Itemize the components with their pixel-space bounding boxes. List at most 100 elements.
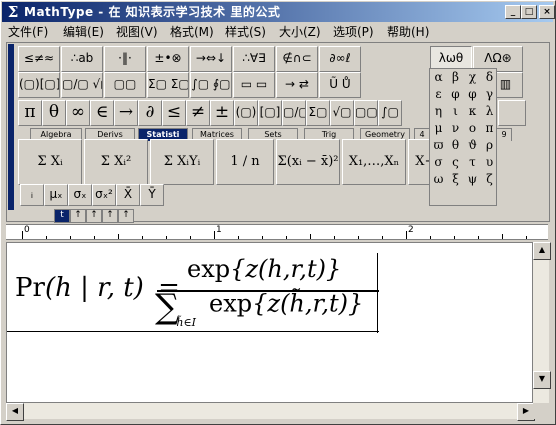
summation-templates-button[interactable]: Σ▢ Σ▢ — [147, 72, 189, 98]
fraction-template-button[interactable]: ▢/▢ — [282, 100, 306, 126]
menu-help[interactable]: 帮助(H) — [387, 23, 429, 41]
element-of-button[interactable]: ∈ — [90, 100, 114, 126]
nudge-up-2-button[interactable]: ↑ — [86, 209, 102, 223]
template-sigma-x[interactable]: σₓ — [68, 184, 92, 206]
products-templates-button[interactable]: Ũ Ů — [319, 72, 361, 98]
not-equal-button[interactable]: ≠ — [186, 100, 210, 126]
paren-template-button[interactable]: (▢) — [234, 100, 258, 126]
menu-format[interactable]: 格式(M) — [170, 23, 214, 41]
small-bar-extra-button[interactable] — [498, 100, 526, 126]
subscript-templates-button[interactable]: ▢▢ — [104, 72, 146, 98]
greek-kappa[interactable]: κ — [464, 103, 481, 120]
theta-button[interactable]: θ — [42, 100, 66, 126]
embellishments-palette-button[interactable]: ·‖· — [104, 46, 146, 72]
menu-bar: 文件(F) 编辑(E) 视图(V) 格式(M) 样式(S) 大小(Z) 选项(P… — [2, 23, 553, 41]
less-equal-button[interactable]: ≤ — [162, 100, 186, 126]
menu-size[interactable]: 大小(Z) — [279, 23, 321, 41]
menu-style[interactable]: 样式(S) — [225, 23, 266, 41]
menu-options[interactable]: 选项(P) — [333, 23, 374, 41]
arrows-palette-button[interactable]: →⇔↓ — [190, 46, 232, 72]
template-y-bar[interactable]: Ȳ — [140, 184, 164, 206]
menu-edit[interactable]: 编辑(E) — [63, 23, 104, 41]
greek-xi[interactable]: ξ — [447, 171, 464, 188]
sum-template-button[interactable]: Σ▢ — [306, 100, 330, 126]
greek-phi[interactable]: φ — [447, 86, 464, 103]
vertical-scrollbar[interactable]: ▲ ▼ — [533, 242, 551, 403]
toolbar-grip[interactable] — [8, 44, 14, 210]
ruler[interactable]: 0 1 2 — [6, 224, 548, 240]
sqrt-template-button[interactable]: √▢ — [330, 100, 354, 126]
greek-upsilon[interactable]: υ — [481, 154, 498, 171]
greek-zeta[interactable]: ζ — [481, 171, 498, 188]
greek-tau[interactable]: τ — [464, 154, 481, 171]
scroll-down-button[interactable]: ▼ — [533, 371, 551, 389]
greek-gamma[interactable]: γ — [481, 86, 498, 103]
greek-iota[interactable]: ι — [447, 103, 464, 120]
fraction-radical-templates-button[interactable]: ▢/▢ √▢ — [61, 72, 103, 98]
template-x-bar[interactable]: X̄ — [116, 184, 140, 206]
greek-final-sigma[interactable]: ς — [447, 154, 464, 171]
underbar-templates-button[interactable]: ▭ ▭ — [233, 72, 275, 98]
greek-eta[interactable]: η — [430, 103, 447, 120]
greek-rho[interactable]: ρ — [481, 137, 498, 154]
greek-phi-variant[interactable]: φ — [464, 86, 481, 103]
template-x1-to-xn[interactable]: X₁,…,Xₙ — [342, 139, 406, 185]
relational-palette-button[interactable]: ≤≠≈ — [18, 46, 60, 72]
infinity-button[interactable]: ∞ — [66, 100, 90, 126]
menu-view[interactable]: 视图(V) — [116, 23, 158, 41]
template-index-i[interactable]: ᵢ — [20, 184, 44, 206]
greek-mu[interactable]: μ — [430, 120, 447, 137]
superscript-template-button[interactable]: ▢▢ — [354, 100, 378, 126]
template-sum-xi-squared[interactable]: Σ Xᵢ² — [84, 139, 148, 185]
greek-omicron[interactable]: ο — [464, 120, 481, 137]
greek-pi[interactable]: π — [481, 120, 498, 137]
pi-button[interactable]: π — [18, 100, 42, 126]
maximize-button[interactable]: □ — [521, 5, 537, 19]
spaces-palette-button[interactable]: ∴ab — [61, 46, 103, 72]
greek-delta[interactable]: δ — [481, 69, 498, 86]
arrow-button[interactable]: → — [114, 100, 138, 126]
greek-nu[interactable]: ν — [447, 120, 464, 137]
greek-omega[interactable]: ω — [430, 171, 447, 188]
greek-sigma[interactable]: σ — [430, 154, 447, 171]
title-bar[interactable]: Σ MathType - 在 知识表示学习技术 里的公式 _ □ × — [2, 2, 555, 22]
plus-minus-button[interactable]: ± — [210, 100, 234, 126]
template-variance[interactable]: σₓ² — [92, 184, 116, 206]
menu-file[interactable]: 文件(F) — [8, 23, 48, 41]
set-theory-palette-button[interactable]: ∉∩⊂ — [276, 46, 318, 72]
text-mode-button[interactable]: t — [54, 209, 70, 223]
greek-epsilon[interactable]: ε — [430, 86, 447, 103]
misc-symbols-palette-button[interactable]: ∂∞ℓ — [319, 46, 361, 72]
template-mean-mu[interactable]: μₓ — [44, 184, 68, 206]
integral-template-button[interactable]: ∫▢ — [378, 100, 402, 126]
logical-palette-button[interactable]: ∴∀∃ — [233, 46, 275, 72]
labeled-arrow-templates-button[interactable]: → ⇄ — [276, 72, 318, 98]
greek-psi[interactable]: ψ — [464, 171, 481, 188]
greek-varpi[interactable]: ϖ — [430, 137, 447, 154]
integral-templates-button[interactable]: ∫▢ ∮▢ — [190, 72, 232, 98]
fence-templates-button[interactable]: (▢)[▢] — [18, 72, 60, 98]
bracket-template-button[interactable]: [▢] — [258, 100, 282, 126]
template-sum-xiyi[interactable]: Σ XᵢYᵢ — [150, 139, 214, 185]
greek-beta[interactable]: β — [447, 69, 464, 86]
minimize-button[interactable]: _ — [505, 5, 521, 19]
operators-palette-button[interactable]: ±•⊗ — [147, 46, 189, 72]
size-grip[interactable] — [533, 403, 549, 419]
template-sum-xi[interactable]: Σ Xᵢ — [18, 139, 82, 185]
greek-lambda[interactable]: λ — [481, 103, 498, 120]
horizontal-scrollbar[interactable]: ◀ ▶ — [6, 403, 535, 421]
nudge-up-button[interactable]: ↑ — [70, 209, 86, 223]
close-button[interactable]: × — [539, 5, 555, 19]
nudge-up-3-button[interactable]: ↑ — [102, 209, 118, 223]
scroll-left-button[interactable]: ◀ — [6, 403, 24, 421]
partial-button[interactable]: ∂ — [138, 100, 162, 126]
equation-editor-area[interactable]: Pr(h | r, t) = exp{z(h,r,t)} ∑ h̃∈I exp{… — [6, 242, 533, 403]
greek-alpha[interactable]: α — [430, 69, 447, 86]
template-one-over-n[interactable]: 1 / n — [216, 139, 274, 185]
template-sum-squared-deviation[interactable]: Σ(xᵢ − x̄)² — [276, 139, 340, 185]
greek-theta[interactable]: θ — [447, 137, 464, 154]
greek-vartheta[interactable]: ϑ — [464, 137, 481, 154]
scroll-up-button[interactable]: ▲ — [533, 242, 551, 260]
nudge-up-4-button[interactable]: ↑ — [118, 209, 134, 223]
greek-chi[interactable]: χ — [464, 69, 481, 86]
